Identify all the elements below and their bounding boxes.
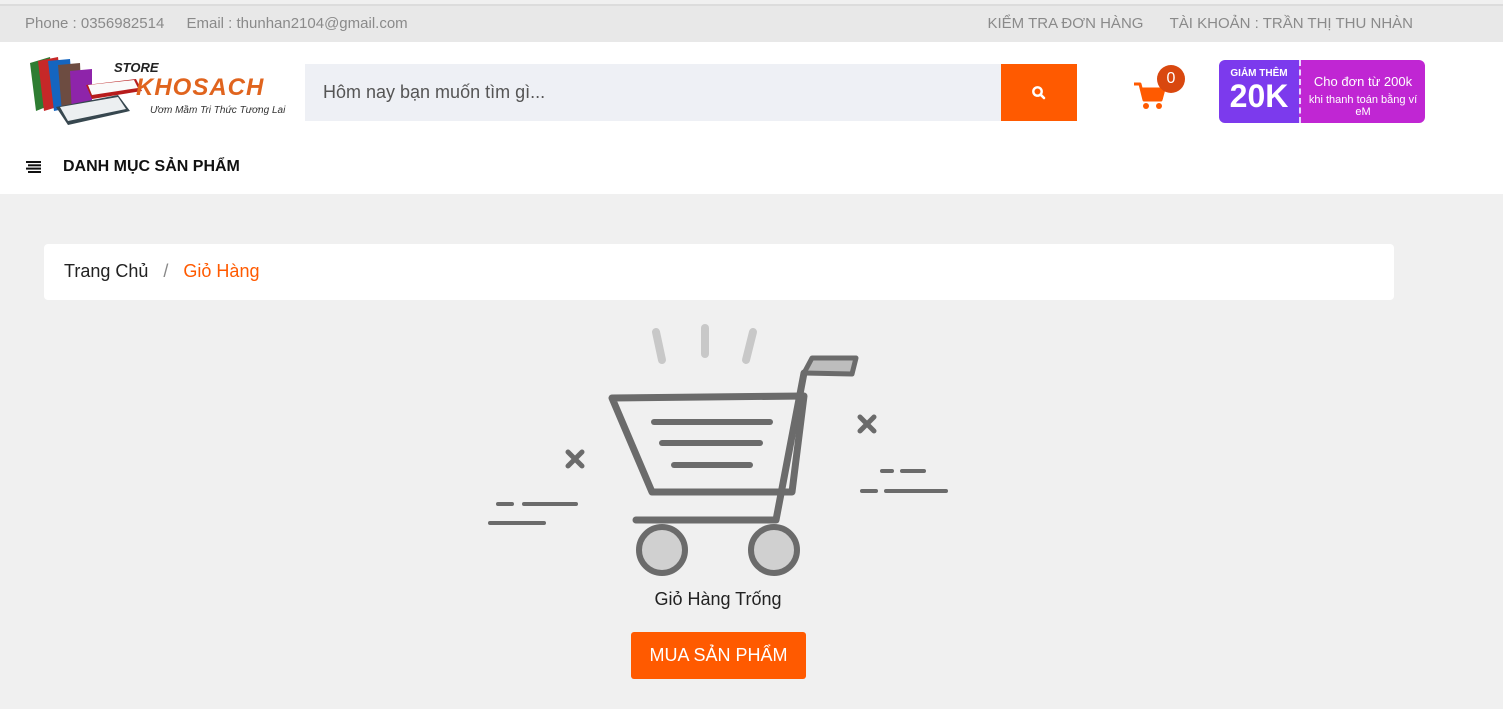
- empty-cart-message: Giỏ Hàng Trống: [654, 589, 782, 609]
- logo-store-text: STORE: [114, 60, 159, 75]
- breadcrumb-separator: /: [163, 261, 169, 281]
- logo[interactable]: STORE KHOSACH Ươm Mầm Tri Thức Tương Lai: [26, 55, 288, 131]
- header: STORE KHOSACH Ươm Mầm Tri Thức Tương Lai…: [0, 42, 1503, 194]
- check-order-link[interactable]: KIỂM TRA ĐƠN HÀNG: [988, 15, 1144, 32]
- category-menu-label: DANH MỤC SẢN PHẨM: [63, 158, 240, 175]
- promo-big-text: 20K: [1229, 78, 1289, 114]
- cart-button[interactable]: 0: [1133, 65, 1187, 115]
- logo-slogan-text: Ươm Mầm Tri Thức Tương Lai: [150, 105, 286, 116]
- search-button[interactable]: [1001, 64, 1077, 121]
- cart-count-badge: 0: [1157, 65, 1185, 93]
- breadcrumb: Trang Chủ / Giỏ Hàng: [44, 244, 1394, 300]
- breadcrumb-home-link[interactable]: Trang Chủ: [64, 261, 148, 281]
- search-icon: [1032, 85, 1046, 99]
- promo-condition: Cho đơn từ 200k khi thanh toán bằng ví e…: [1299, 60, 1425, 123]
- promo-line1: Cho đơn từ 200k: [1313, 74, 1413, 89]
- phone-text: Phone : 0356982514: [25, 15, 165, 32]
- menu-icon: [26, 161, 41, 173]
- contact-info: Phone : 0356982514 Email : thunhan2104@g…: [25, 15, 426, 32]
- buy-products-button[interactable]: MUA SẢN PHẨM: [631, 632, 806, 679]
- promo-banner[interactable]: GIẢM THÊM 20K Cho đơn từ 200k khi thanh …: [1219, 60, 1425, 123]
- empty-cart-illustration: [488, 324, 948, 576]
- account-link[interactable]: TÀI KHOẢN : TRẦN THỊ THU NHÀN: [1170, 15, 1413, 32]
- promo-line2: khi thanh toán bằng ví eM: [1308, 94, 1418, 118]
- search-input[interactable]: [305, 64, 1001, 121]
- email-text: Email : thunhan2104@gmail.com: [186, 15, 408, 32]
- category-menu-button[interactable]: DANH MỤC SẢN PHẨM: [26, 158, 240, 176]
- top-bar: Phone : 0356982514 Email : thunhan2104@g…: [0, 4, 1503, 42]
- logo-name-text: KHOSACH: [136, 74, 265, 101]
- breadcrumb-current: Giỏ Hàng: [183, 261, 260, 281]
- promo-discount: GIẢM THÊM 20K: [1219, 60, 1299, 123]
- top-links: KIỂM TRA ĐƠN HÀNG TÀI KHOẢN : TRẦN THỊ T…: [966, 15, 1414, 32]
